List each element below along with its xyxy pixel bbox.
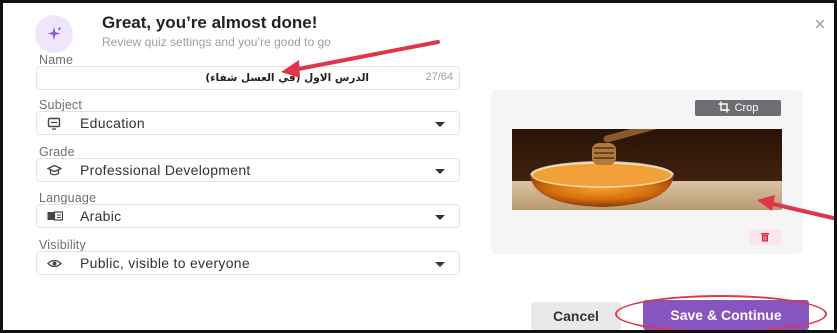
crop-label: Crop: [734, 102, 759, 114]
grade-value: Professional Development: [80, 162, 251, 178]
visibility-select[interactable]: Public, visible to everyone: [36, 251, 460, 275]
grade-select[interactable]: Professional Development: [36, 158, 460, 182]
subject-select[interactable]: Education: [36, 111, 460, 135]
subject-label: Subject: [39, 98, 83, 112]
annotation-arrow-icon: [281, 40, 440, 78]
eye-icon: [47, 257, 62, 270]
language-value: Arabic: [80, 208, 122, 224]
language-icon: [47, 210, 64, 223]
quiz-image-panel: Crop: [491, 90, 803, 254]
annotation-arrow-icon: [757, 195, 834, 220]
chevron-down-icon: [435, 169, 445, 174]
quiz-settings-dialog: Great, you’re almost done! Review quiz s…: [3, 3, 834, 330]
name-label: Name: [39, 53, 74, 67]
grade-label: Grade: [39, 145, 75, 159]
chevron-down-icon: [435, 262, 445, 267]
quiz-cover-image: [512, 129, 782, 210]
visibility-value: Public, visible to everyone: [80, 255, 250, 271]
visibility-label: Visibility: [39, 238, 86, 252]
dialog-title: Great, you’re almost done!: [102, 13, 318, 32]
close-icon[interactable]: [814, 17, 826, 29]
delete-image-button[interactable]: [749, 230, 781, 245]
crop-button[interactable]: Crop: [695, 100, 781, 116]
subject-value: Education: [80, 115, 145, 131]
graduation-cap-icon: [46, 164, 63, 177]
cancel-button[interactable]: Cancel: [531, 302, 621, 330]
chevron-down-icon: [435, 215, 445, 220]
sparkle-icon: [35, 15, 73, 53]
trash-icon: [760, 229, 770, 247]
language-select[interactable]: Arabic: [36, 204, 460, 228]
language-label: Language: [39, 191, 97, 205]
crop-icon: [718, 101, 730, 116]
monitor-icon: [47, 117, 61, 130]
chevron-down-icon: [435, 122, 445, 127]
annotation-highlight: [615, 295, 827, 330]
